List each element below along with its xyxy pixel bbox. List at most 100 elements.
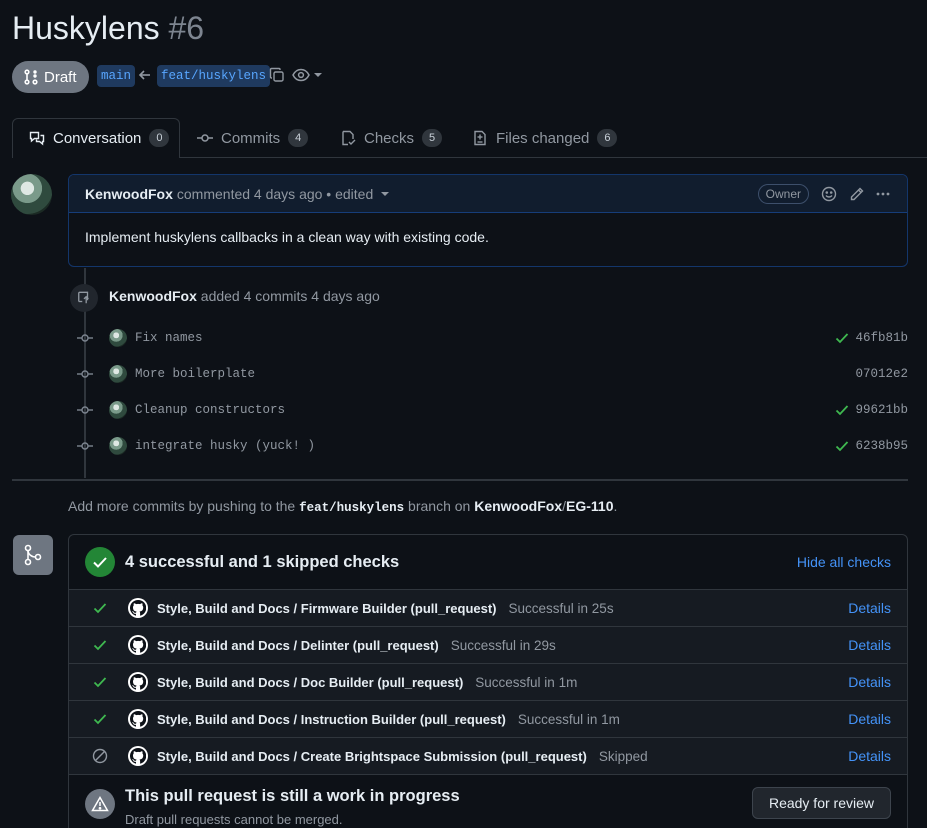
tab-conversation-label: Conversation (53, 129, 142, 147)
check-run-row: Style, Build and Docs / Create Brightspa… (69, 738, 907, 775)
check-icon (92, 676, 108, 688)
check-details-link[interactable]: Details (848, 674, 891, 690)
push-hint-prefix: Add more commits by pushing to the (68, 498, 296, 514)
avatar[interactable] (109, 437, 127, 455)
avatar[interactable] (109, 365, 127, 383)
push-hint-branch: feat/huskylens (299, 501, 405, 515)
check-run-row: Style, Build and Docs / Instruction Buil… (69, 701, 907, 738)
tab-checks[interactable]: Checks 5 (340, 118, 443, 158)
tab-commits[interactable]: Commits 4 (197, 118, 309, 158)
pr-title: Huskylens #6 (12, 10, 204, 47)
tab-checks-label: Checks (364, 129, 415, 147)
git-commit-icon (197, 130, 213, 146)
push-hint-middle: branch on (408, 498, 471, 514)
check-icon[interactable] (835, 404, 849, 416)
comment-header: KenwoodFox commented 4 days ago • edited… (69, 175, 907, 213)
commit-sha[interactable]: 99621bb (855, 403, 908, 417)
commit-message[interactable]: Cleanup constructors (135, 403, 285, 417)
head-branch[interactable]: feat/huskylens (157, 65, 271, 87)
github-logo-icon (128, 746, 148, 766)
comment-author[interactable]: KenwoodFox (85, 186, 173, 202)
pr-description-comment: KenwoodFox commented 4 days ago • edited… (68, 174, 908, 267)
commit-row: integrate husky (yuck! ) 6238b95 (76, 434, 908, 458)
push-hint-repo[interactable]: EG-110 (566, 498, 613, 514)
check-run-name: Style, Build and Docs / Firmware Builder… (157, 600, 497, 616)
check-details-link[interactable]: Details (848, 711, 891, 727)
avatar[interactable] (109, 329, 127, 347)
push-hint: Add more commits by pushing to the feat/… (68, 498, 617, 515)
check-run-row: Style, Build and Docs / Doc Builder (pul… (69, 664, 907, 701)
check-run-description: Successful in 1m (475, 674, 578, 690)
commit-row: More boilerplate 07012e2 (76, 362, 908, 386)
check-icon (92, 639, 108, 651)
arrow-left-icon (138, 68, 152, 87)
avatar[interactable] (11, 174, 52, 215)
chevron-down-icon (314, 72, 322, 78)
tab-conversation-count: 0 (149, 129, 170, 147)
check-details-link[interactable]: Details (848, 637, 891, 653)
push-hint-owner[interactable]: KenwoodFox (474, 498, 562, 514)
check-run-name: Style, Build and Docs / Delinter (pull_r… (157, 637, 439, 653)
github-logo-icon (128, 635, 148, 655)
avatar[interactable] (109, 401, 127, 419)
copy-icon[interactable] (269, 67, 285, 83)
comment-meta[interactable]: commented 4 days ago • edited (177, 186, 373, 202)
tab-conversation[interactable]: Conversation 0 (29, 118, 170, 158)
github-logo-icon (128, 598, 148, 618)
owner-badge: Owner (757, 183, 809, 204)
check-run-name: Style, Build and Docs / Create Brightspa… (157, 748, 587, 764)
event-text: added 4 commits 4 days ago (200, 288, 380, 304)
draft-label: Draft (44, 68, 77, 86)
check-details-link[interactable]: Details (848, 748, 891, 764)
tab-commits-label: Commits (221, 129, 281, 147)
commit-message[interactable]: Fix names (135, 331, 203, 345)
commit-row: Cleanup constructors 99621bb (76, 398, 908, 422)
skip-icon (92, 748, 108, 764)
check-icon[interactable] (835, 332, 849, 344)
git-commit-icon (76, 405, 94, 415)
comment-discussion-icon (29, 130, 45, 146)
commits-added-event: KenwoodFox added 4 commits 4 days ago (109, 288, 380, 304)
github-logo-icon (128, 709, 148, 729)
commit-sha[interactable]: 07012e2 (855, 367, 908, 381)
commit-message[interactable]: More boilerplate (135, 367, 255, 381)
tab-checks-count: 5 (422, 129, 443, 147)
check-run-name: Style, Build and Docs / Instruction Buil… (157, 711, 506, 727)
git-pull-request-draft-icon (24, 69, 38, 85)
git-commit-icon (76, 441, 94, 451)
git-commit-icon (76, 333, 94, 343)
tab-files-changed-label: Files changed (496, 129, 590, 147)
ready-for-review-button[interactable]: Ready for review (751, 787, 891, 819)
commit-message[interactable]: integrate husky (yuck! ) (135, 439, 315, 453)
hide-all-checks-link[interactable]: Hide all checks (797, 554, 891, 570)
check-icon (92, 602, 108, 614)
checklist-icon (340, 130, 356, 146)
git-merge-icon (13, 535, 53, 575)
check-icon[interactable] (835, 440, 849, 452)
eye-icon (292, 68, 310, 82)
pencil-icon[interactable] (849, 186, 865, 202)
check-run-description: Successful in 25s (508, 600, 614, 616)
tab-files-changed[interactable]: Files changed 6 (472, 118, 618, 158)
pr-title-text: Huskylens (12, 10, 160, 46)
commit-sha[interactable]: 6238b95 (855, 439, 908, 453)
checks-summary-title: 4 successful and 1 skipped checks (125, 552, 400, 571)
draft-notice: This pull request is still a work in pro… (69, 775, 907, 828)
commit-row: Fix names 46fb81b (76, 326, 908, 350)
smiley-icon[interactable] (821, 186, 837, 202)
chevron-down-icon[interactable] (381, 191, 390, 197)
timeline-divider (12, 479, 908, 481)
watch-menu-button[interactable] (292, 68, 322, 82)
check-details-link[interactable]: Details (848, 600, 891, 616)
base-branch[interactable]: main (97, 65, 136, 87)
commit-sha[interactable]: 46fb81b (855, 331, 908, 345)
tab-files-changed-count: 6 (597, 129, 618, 147)
checks-summary: 4 successful and 1 skipped checks Hide a… (69, 535, 907, 590)
event-author[interactable]: KenwoodFox (109, 288, 197, 304)
check-run-description: Successful in 1m (517, 711, 620, 727)
draft-notice-title: This pull request is still a work in pro… (125, 787, 460, 805)
comment-body: Implement huskylens callbacks in a clean… (85, 229, 489, 245)
check-run-description: Successful in 29s (450, 637, 556, 653)
pr-number: #6 (168, 10, 205, 46)
kebab-horizontal-icon[interactable] (875, 186, 891, 202)
